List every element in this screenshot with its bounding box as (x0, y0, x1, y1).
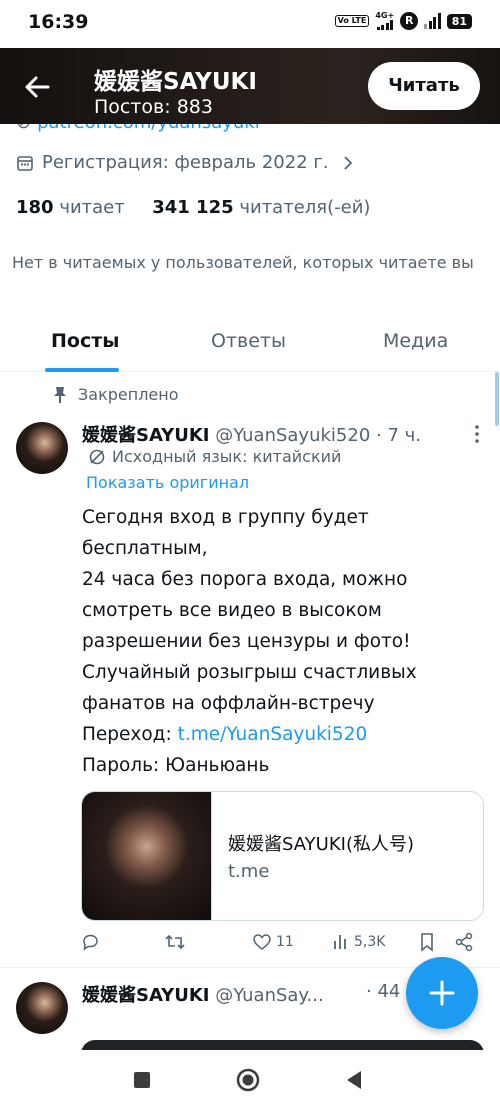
active-tab-indicator (45, 368, 119, 372)
profile-header: 媛媛酱SAYUKI Постов: 883 Читать (0, 48, 500, 124)
chevron-right-icon (343, 155, 352, 170)
calendar-icon (17, 155, 33, 171)
system-nav-bar (0, 1050, 500, 1111)
signal-icon (424, 13, 441, 29)
tweet-link-line: Переход: t.me/YuanSayuki520 (82, 719, 482, 750)
follow-counts: 180 читает 341 125 читателя(-ей) (16, 197, 370, 218)
share-button[interactable] (454, 932, 474, 952)
views-button[interactable]: 5,3K (332, 932, 385, 952)
retweet-icon (165, 934, 185, 950)
registration-row[interactable]: Регистрация: февраль 2022 г. (16, 152, 355, 173)
status-bar: 16:39 Vo LTE 4G+ R 81 (0, 0, 500, 48)
following-link[interactable]: 180 читает (16, 197, 125, 218)
translation-info: Исходный язык: китайский (88, 447, 341, 466)
link-card[interactable]: 媛媛酱SAYUKI(私人号) t.me (81, 791, 484, 921)
nav-home-icon[interactable] (236, 1068, 260, 1092)
network-type: 4G+ (375, 12, 394, 30)
signal-icon (376, 20, 394, 30)
bookmark-button[interactable] (418, 932, 436, 952)
card-domain: t.me (228, 861, 270, 882)
tweet-handle-time: @YuanSayuki520 · 7 ч. (215, 425, 421, 446)
like-icon (253, 934, 271, 950)
following-count: 180 (16, 197, 54, 218)
tweet-handle: @YuanSay... (215, 985, 324, 1006)
battery-indicator: 81 (446, 13, 472, 29)
followers-count: 341 125 (152, 197, 234, 218)
tweet-link[interactable]: t.me/YuanSayuki520 (178, 724, 368, 745)
like-button[interactable]: 11 (252, 932, 294, 952)
compose-plus-icon (429, 980, 455, 1006)
tweet-time: · 44 (366, 981, 401, 1002)
avatar[interactable] (16, 982, 68, 1034)
status-icons: Vo LTE 4G+ R 81 (334, 12, 472, 30)
tweet-header: 媛媛酱SAYUKI @YuanSay... (82, 981, 324, 1007)
tweet-line: фанатов на оффлайн-встречу (82, 693, 375, 714)
header-name: 媛媛酱SAYUKI (94, 69, 257, 95)
status-time: 16:39 (28, 11, 89, 33)
follow-button[interactable]: Читать (368, 62, 480, 110)
scrollbar[interactable] (495, 372, 499, 426)
tweet-line: Сегодня вход в группу будет (82, 507, 369, 528)
retweet-button[interactable] (164, 932, 186, 952)
tweet-author-name[interactable]: 媛媛酱SAYUKI (82, 985, 209, 1006)
pin-icon (54, 386, 66, 403)
followers-label: читателя(-ей) (239, 197, 371, 218)
translated-from-text: Исходный язык: китайский (112, 447, 342, 466)
card-thumbnail (82, 792, 212, 920)
tweet-actions: 11 5,3K (80, 932, 480, 958)
like-count: 11 (276, 934, 294, 950)
tweet-text: Сегодня вход в группу будет бесплатным, … (82, 502, 482, 781)
compose-button[interactable] (406, 957, 478, 1029)
tweet-link-prefix: Переход: (82, 724, 178, 745)
tweet-line: Пароль: Юаньюань (82, 755, 270, 776)
views-icon (334, 935, 346, 949)
share-icon (455, 932, 473, 952)
show-original-link[interactable]: Показать оригинал (86, 473, 249, 492)
tab-posts[interactable]: Посты (51, 330, 119, 352)
volte-icon: Vo LTE (334, 15, 370, 27)
registration-text: Регистрация: февраль 2022 г. (42, 152, 329, 173)
card-title: 媛媛酱SAYUKI(私人号) (228, 834, 415, 855)
tab-replies[interactable]: Ответы (211, 330, 286, 352)
tweet-line: Случайный розыгрыш счастливых (82, 662, 417, 683)
reply-icon (83, 934, 98, 951)
roaming-badge: R (400, 12, 419, 30)
nav-back-icon[interactable] (342, 1068, 366, 1092)
header-posts-count: Постов: 883 (94, 96, 213, 118)
tweet-author-name[interactable]: 媛媛酱SAYUKI (82, 425, 209, 446)
more-dots-icon[interactable] (474, 424, 480, 444)
tweet-header: 媛媛酱SAYUKI @YuanSayuki520 · 7 ч. (82, 421, 421, 447)
tab-media[interactable]: Медиа (383, 330, 448, 352)
reply-button[interactable] (80, 932, 100, 952)
profile-tabs: Посты Ответы Медиа (0, 318, 500, 372)
tweet-line: разрешении без цензуры и фото! (82, 631, 411, 652)
pinned-label: Закреплено (78, 385, 179, 404)
mutual-followers-note: Нет в читаемых у пользователей, которых … (12, 253, 474, 272)
tweet-line: смотреть все видео в высоком (82, 600, 382, 621)
avatar[interactable] (16, 422, 68, 474)
following-label: читает (59, 197, 125, 218)
nav-recents-icon[interactable] (130, 1068, 154, 1092)
bookmark-icon (421, 933, 433, 952)
views-count: 5,3K (354, 934, 386, 950)
tweet-line: 24 часа без порога входа, можно (82, 569, 408, 590)
translate-icon (89, 449, 105, 464)
pinned-label-row: Закреплено (52, 385, 179, 404)
followers-link[interactable]: 341 125 читателя(-ей) (152, 197, 370, 218)
tweet-line: бесплатным, (82, 538, 208, 559)
back-arrow-icon[interactable] (20, 70, 54, 104)
